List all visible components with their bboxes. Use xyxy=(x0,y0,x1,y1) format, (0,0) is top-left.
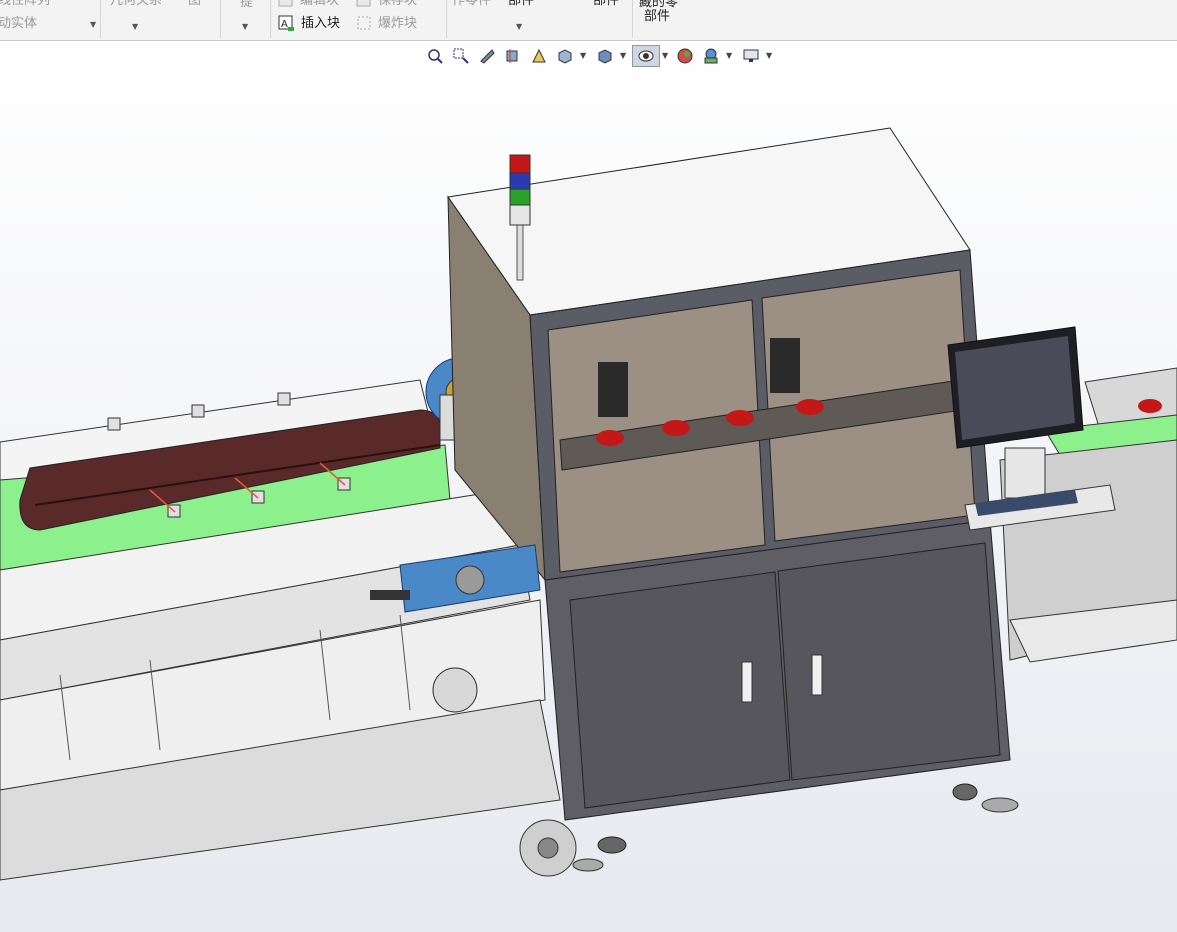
section-view-icon[interactable] xyxy=(502,45,524,67)
ribbon-divider xyxy=(220,0,221,38)
edit-block-button[interactable]: 编辑块 xyxy=(300,0,339,9)
chevron-down-icon[interactable]: ▼ xyxy=(516,22,522,31)
ribbon-divider xyxy=(100,0,101,38)
previous-view-icon[interactable] xyxy=(476,45,498,67)
edit-appearance-icon[interactable] xyxy=(674,45,696,67)
svg-text:A: A xyxy=(281,19,288,30)
hint-button[interactable]: 提 xyxy=(240,0,253,11)
chevron-down-icon[interactable]: ▼ xyxy=(132,22,138,31)
make-part-button[interactable]: 作零件 xyxy=(452,0,491,9)
zoom-to-area-icon[interactable] xyxy=(450,45,472,67)
display-style-icon[interactable] xyxy=(594,45,616,67)
save-block-icon[interactable] xyxy=(356,0,372,8)
chevron-down-icon[interactable]: ▼ xyxy=(726,51,732,60)
part-a-button[interactable]: 部件 xyxy=(508,0,534,9)
geometric-relations-button[interactable]: 几何关系 xyxy=(110,0,162,9)
linear-pattern-label[interactable]: 线性阵列 xyxy=(0,0,50,9)
assembly-model[interactable] xyxy=(0,41,1177,932)
ribbon-divider xyxy=(270,0,271,38)
chevron-down-icon[interactable]: ▼ xyxy=(580,51,586,60)
view-button[interactable]: 图 xyxy=(188,0,201,9)
part-b-button[interactable]: 部件 xyxy=(593,0,619,9)
explode-block-button[interactable]: 爆炸块 xyxy=(378,16,417,32)
dynamic-annotation-icon[interactable] xyxy=(528,45,550,67)
edit-block-icon[interactable] xyxy=(278,0,294,8)
ribbon-divider xyxy=(446,0,447,38)
ribbon-toolbar: 线性阵列 动实体 ▼ 几何关系 ▼ 图 提 ▼ 编辑块 保存块 A 插入块 爆炸… xyxy=(0,0,1177,41)
chevron-down-icon[interactable]: ▼ xyxy=(242,22,248,31)
chevron-down-icon[interactable]: ▼ xyxy=(766,51,772,60)
ribbon-divider xyxy=(632,0,633,38)
apply-scene-icon[interactable] xyxy=(700,45,722,67)
view-settings-icon[interactable] xyxy=(740,45,762,67)
save-block-button[interactable]: 保存块 xyxy=(378,0,417,9)
hidden-parts-label[interactable]: 部件 xyxy=(644,9,670,25)
chevron-down-icon[interactable]: ▼ xyxy=(620,51,626,60)
view-orientation-icon[interactable] xyxy=(554,45,576,67)
chevron-down-icon[interactable]: ▼ xyxy=(662,51,668,60)
chevron-down-icon[interactable]: ▼ xyxy=(90,20,96,29)
graphics-area[interactable]: ▼ ▼ ▼ ▼ ▼ xyxy=(0,41,1177,932)
zoom-to-fit-icon[interactable] xyxy=(424,45,446,67)
insert-block-button[interactable]: 插入块 xyxy=(301,16,340,32)
insert-block-icon[interactable]: A xyxy=(278,15,294,31)
move-body-label[interactable]: 动实体 xyxy=(0,16,37,32)
hide-show-items-icon[interactable] xyxy=(632,45,660,67)
explode-block-icon[interactable] xyxy=(356,15,372,31)
